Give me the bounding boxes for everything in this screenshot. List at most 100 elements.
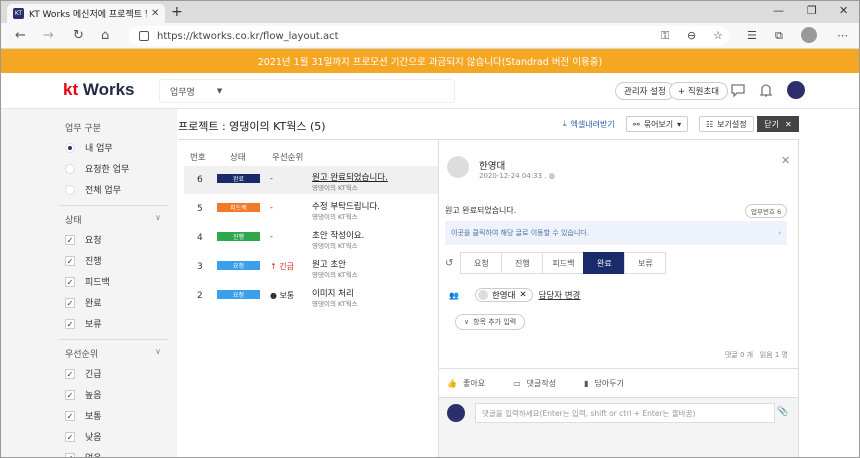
back-icon[interactable]: ← [15,28,26,43]
globe-icon: ◍ [548,172,555,180]
priority-label: ● 보통 [270,291,295,300]
project-name: 영댕이의 KT웍스 [312,213,358,221]
radio-all-work[interactable]: 전체 업무 [65,183,121,196]
like-button[interactable]: 👍 좋아요 [447,378,485,389]
priority-filter-item[interactable]: ✓없음 [65,451,102,457]
add-item-button[interactable]: ∨ 항목 추가 입력 [455,314,526,330]
people-icon: 👥 [449,290,459,300]
check-icon: ✓ [65,318,75,329]
forward-icon[interactable]: → [43,28,54,43]
close-window-icon[interactable]: ✕ [839,4,848,17]
app-header: kt Works 업무명 ▼ 관리자 설정 + 직원초대 [1,73,859,109]
status-tab[interactable]: 완료 [583,252,626,274]
radio-icon [65,184,75,195]
title-bar: KT KT Works 메신저에 프로젝트 협... ✕ + — ❐ ✕ [1,1,859,23]
status-filter-item[interactable]: ✓ 피드백 [65,275,110,288]
task-description: 원고 완료되었습니다. [445,206,517,215]
post-date: 2020-12-24 04:33 . ◍ [479,172,555,180]
view-settings-button[interactable]: ☷ 보기설정 [699,116,754,132]
key-icon[interactable]: ⚿ [661,29,669,43]
promotion-banner: 2021년 1월 31일까지 프로모션 기간으로 과금되지 않습니다(Stand… [1,49,859,73]
table-row[interactable]: 5 피드백 - 수정 부탁드립니다. 영댕이의 KT웍스 [184,195,438,223]
column-header-priority: 우선순위 [272,153,304,163]
divider [59,205,169,206]
table-row[interactable]: 4 진행 - 초안 작성이요. 영댕이의 KT웍스 [184,224,438,252]
priority-filter-item[interactable]: ✓ 낮음 [65,430,102,443]
chat-icon[interactable] [729,81,747,99]
ktworks-logo[interactable]: kt Works [63,80,135,100]
assignee-chip[interactable]: 한영대 ✕ [474,288,533,302]
bell-icon[interactable] [757,81,775,99]
status-filter-item[interactable]: ✓ 요청 [65,233,102,246]
chevron-down-icon[interactable]: ∨ [155,347,161,356]
zoom-icon[interactable]: ⊖ [687,29,696,42]
table-row[interactable]: 3 요청 ↑ 긴급 원고 초안 영댕이의 KT웍스 [184,253,438,281]
radio-icon [65,163,75,174]
collections-icon[interactable]: ⧉ [775,29,783,43]
excel-download-button[interactable]: ⤓ 엑셀내려받기 [557,116,621,132]
project-name: 영댕이의 KT웍스 [312,242,358,250]
favorites-list-icon[interactable]: ☰ [747,29,757,42]
priority-filter-item[interactable]: ✓ 긴급 [65,367,102,380]
refresh-icon[interactable]: ↻ [73,28,84,43]
history-icon[interactable]: ↺ [445,258,453,269]
favorite-star-icon[interactable]: ☆ [713,29,723,42]
status-tab[interactable]: 진행 [501,252,544,274]
change-assignee-link[interactable]: 담당자 변경 [539,289,581,301]
attach-icon[interactable]: 📎 [777,407,788,417]
comment-box: 댓글을 입력하세요(Enter는 입력, shift or ctrl + Ent… [439,398,798,457]
status-filter-item[interactable]: ✓ 진행 [65,254,102,267]
priority-label: - [270,232,273,241]
radio-requested-work[interactable]: 요청한 업무 [65,162,129,175]
more-menu-icon[interactable]: ⋯ [837,29,848,42]
comment-button[interactable]: ▭ 댓글작성 [513,378,556,389]
check-icon: ✓ [65,276,75,287]
navigate-notice[interactable]: 이곳을 클릭하여 해당 글로 이동할 수 있습니다. › [445,221,787,245]
url-field[interactable]: https://ktworks.co.kr/flow_layout.act [129,26,729,46]
status-filter-item[interactable]: ✓ 완료 [65,296,102,309]
workspace-select[interactable]: 업무명 ▼ [159,79,455,103]
assignee-avatar [477,290,488,300]
table-row[interactable]: 2 요청 ● 보통 이미지 처리 영댕이의 KT웍스 [184,282,438,310]
settings-icon: ☷ [706,119,714,129]
user-avatar[interactable] [787,81,805,99]
check-icon: ✓ [65,368,75,379]
tab-close-icon[interactable]: ✕ [151,8,159,19]
author-name: 한영대 [479,161,506,172]
admin-settings-button[interactable]: 관리자 설정 [615,82,675,100]
tab-title: KT Works 메신저에 프로젝트 협... [29,10,147,20]
row-number: 5 [197,204,203,214]
table-row[interactable]: 6 완료 - 원고 완료되었습니다. 영댕이의 KT웍스 [184,166,438,194]
divider [59,339,169,340]
check-icon: ✓ [65,452,75,457]
browser-profile-icon[interactable] [801,27,817,43]
priority-filter-item[interactable]: ✓ 보통 [65,409,102,422]
check-icon: ✓ [65,389,75,400]
row-number: 2 [197,291,203,301]
browser-tab[interactable]: KT KT Works 메신저에 프로젝트 협... ✕ [7,4,165,23]
priority-filter-item[interactable]: ✓ 높음 [65,388,102,401]
save-button[interactable]: ▮ 담아두기 [584,378,624,389]
radio-my-work[interactable]: 내 업무 [65,141,113,154]
status-tab[interactable]: 요청 [460,252,503,274]
priority-label: - [270,203,273,212]
close-icon[interactable]: ✕ [781,154,790,167]
close-panel-button[interactable]: 닫기 ✕ [757,116,799,132]
caret-down-icon: ▼ [216,87,223,95]
minimize-icon[interactable]: — [773,4,784,17]
status-filter-item[interactable]: ✓ 보류 [65,317,102,330]
new-tab-icon[interactable]: + [171,4,183,20]
status-tab[interactable]: 피드백 [542,252,585,274]
chevron-down-icon[interactable]: ∨ [155,213,161,222]
status-tabs: ↺ 요청 진행 피드백 완료 보류 [445,252,667,274]
group-view-button[interactable]: ⚯ 묶어보기 ▾ [626,116,689,132]
browser-window: KT KT Works 메신저에 프로젝트 협... ✕ + — ❐ ✕ ← →… [0,0,860,458]
comment-input[interactable]: 댓글을 입력하세요(Enter는 입력, shift or ctrl + Ent… [475,403,775,423]
status-tab[interactable]: 보류 [624,252,667,274]
chevron-down-icon: ∨ [464,318,470,326]
home-icon[interactable]: ⌂ [101,28,109,43]
restore-icon[interactable]: ❐ [807,4,817,17]
remove-icon[interactable]: ✕ [519,290,526,300]
invite-button[interactable]: + 직원초대 [669,82,729,100]
column-header-no: 번호 [190,153,206,163]
